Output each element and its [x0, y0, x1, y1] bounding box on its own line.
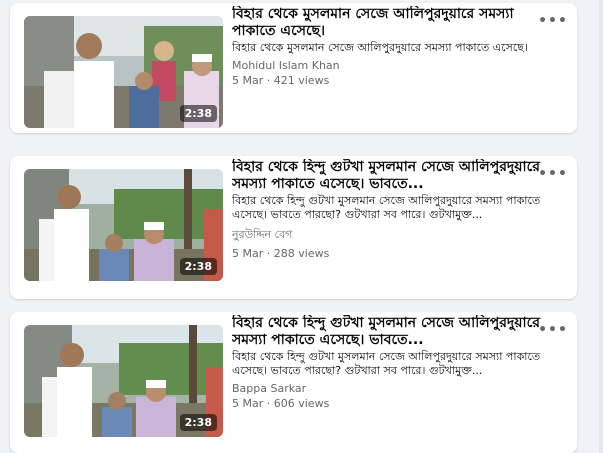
- meta-separator: ·: [263, 397, 274, 410]
- video-duration: 2:38: [179, 414, 217, 431]
- video-title[interactable]: বিহার থেকে হিন্দু গুটখা মুসলমান সেজে আলি…: [232, 315, 544, 349]
- video-thumbnail[interactable]: 2:38: [24, 325, 223, 437]
- video-info: বিহার থেকে হিন্দু গুটখা মুসলমান সেজে আলি…: [232, 315, 544, 410]
- more-options-button[interactable]: •••: [538, 13, 567, 29]
- video-author[interactable]: Bappa Sarkar: [232, 382, 544, 395]
- more-options-button[interactable]: •••: [538, 166, 567, 182]
- video-duration: 2:38: [179, 258, 217, 275]
- video-author[interactable]: নুরউদ্দিন বেগ: [232, 226, 544, 245]
- video-date: 5 Mar: [232, 74, 264, 87]
- more-options-icon: •••: [538, 166, 568, 182]
- video-description: বিহার থেকে মুসলমান সেজে আলিপুরদুয়ারে সম…: [232, 41, 528, 54]
- video-views: 288 views: [273, 247, 330, 260]
- video-date: 5 Mar: [232, 247, 264, 260]
- video-meta: 5 Mar · 421 views: [232, 74, 544, 87]
- video-description: বিহার থেকে হিন্দু গুটখা মুসলমান সেজে আলি…: [232, 194, 541, 221]
- video-thumbnail[interactable]: 2:38: [24, 169, 223, 281]
- video-card[interactable]: 2:38 বিহার থেকে মুসলমান সেজে আলিপুরদুয়া…: [10, 3, 577, 133]
- video-title[interactable]: বিহার থেকে হিন্দু গুটখা মুসলমান সেজে আলি…: [232, 159, 544, 193]
- video-meta: 5 Mar · 606 views: [232, 397, 544, 410]
- meta-separator: ·: [263, 247, 274, 260]
- video-info: বিহার থেকে হিন্দু গুটখা মুসলমান সেজে আলি…: [232, 159, 544, 260]
- more-options-icon: •••: [538, 13, 568, 29]
- meta-separator: ·: [263, 74, 274, 87]
- video-card[interactable]: 2:38 বিহার থেকে হিন্দু গুটখা মুসলমান সেজ…: [10, 156, 577, 299]
- video-thumbnail[interactable]: 2:38: [24, 16, 223, 128]
- video-duration: 2:38: [179, 105, 217, 122]
- video-description: বিহার থেকে হিন্দু গুটখা মুসলমান সেজে আলি…: [232, 350, 541, 377]
- video-title[interactable]: বিহার থেকে মুসলমান সেজে আলিপুরদুয়ারে সম…: [232, 6, 544, 40]
- video-info: বিহার থেকে মুসলমান সেজে আলিপুরদুয়ারে সম…: [232, 6, 544, 87]
- video-views: 606 views: [273, 397, 330, 410]
- more-options-icon: •••: [538, 322, 568, 338]
- scrollbar-track[interactable]: [599, 0, 603, 453]
- video-author[interactable]: Mohidul Islam Khan: [232, 59, 544, 72]
- more-options-button[interactable]: •••: [538, 322, 567, 338]
- video-card[interactable]: 2:38 বিহার থেকে হিন্দু গুটখা মুসলমান সেজ…: [10, 312, 577, 453]
- video-meta: 5 Mar · 288 views: [232, 247, 544, 260]
- video-views: 421 views: [273, 74, 330, 87]
- video-date: 5 Mar: [232, 397, 264, 410]
